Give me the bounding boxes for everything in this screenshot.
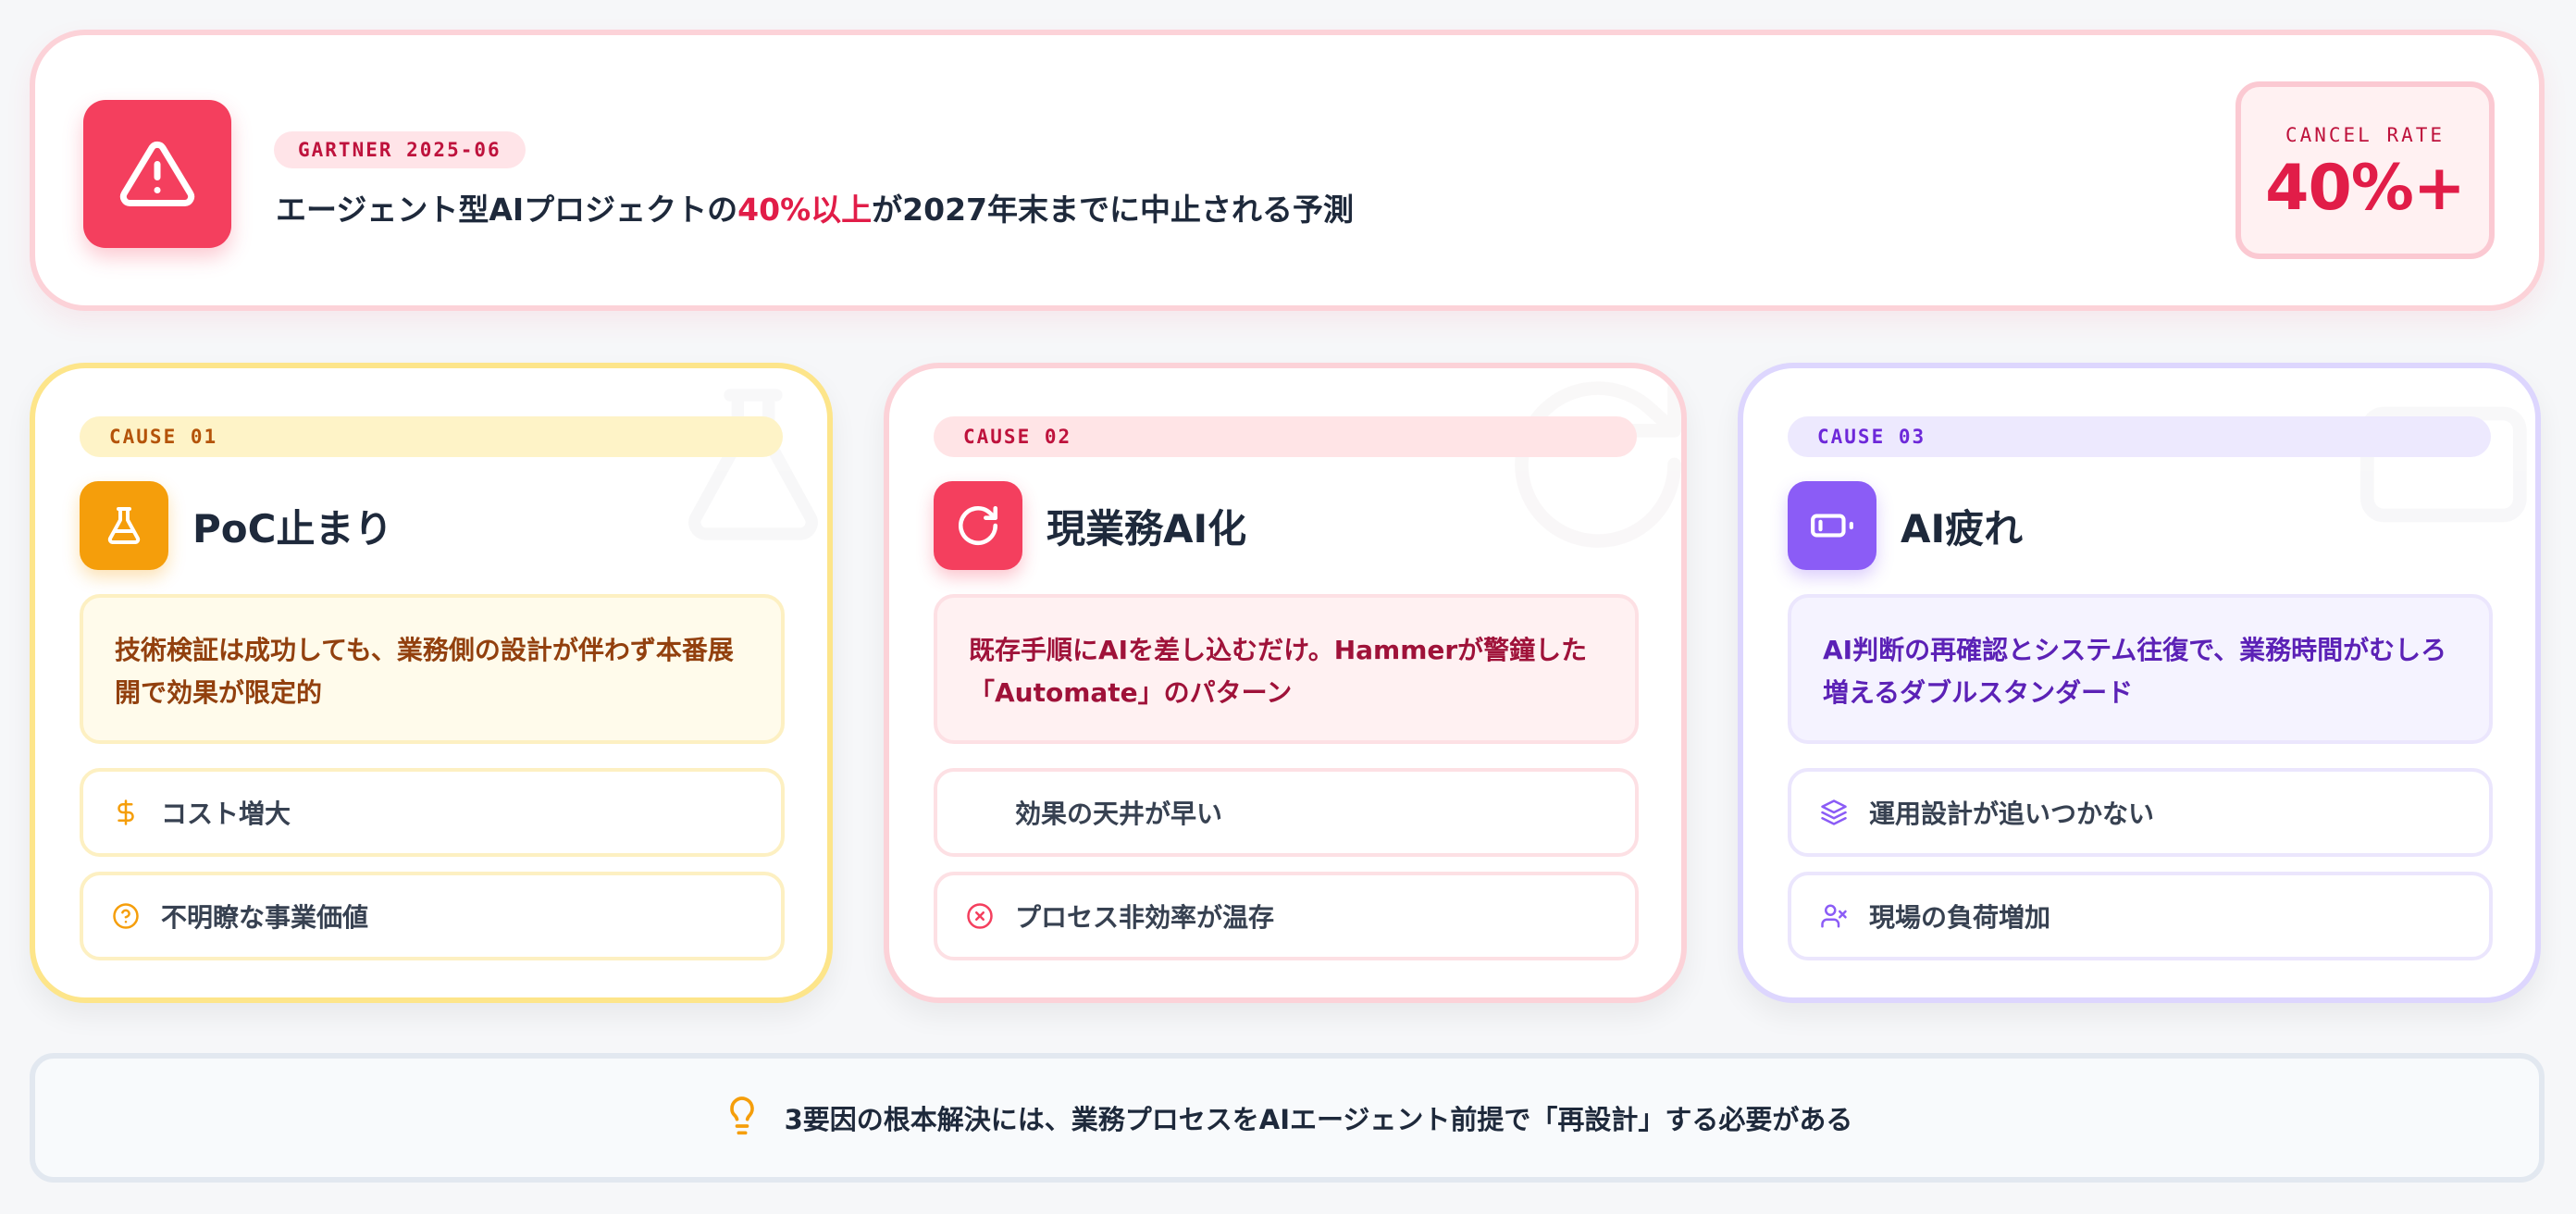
headline-text: エージェント型AIプロジェクトの xyxy=(276,192,738,228)
conclusion-text: 3要因の根本解決には、業務プロセスをAIエージェント前提で「再設計」する必要があ… xyxy=(784,1104,1853,1135)
cause-item: プロセス非効率が温存 xyxy=(934,872,1639,960)
cause-item: 運用設計が追いつかない xyxy=(1788,768,2493,857)
refresh-watermark-icon xyxy=(1515,381,1681,548)
cause-item: 不明瞭な事業価値 xyxy=(80,872,785,960)
headline-highlight: 40%以上 xyxy=(737,192,873,228)
battery-low-icon xyxy=(1788,481,1876,570)
cause-item-label: 不明瞭な事業価値 xyxy=(161,902,369,933)
layers-icon xyxy=(1819,798,1849,827)
cause-card-01: CAUSE 01 PoC止まり 技術検証は成功しても、業務側の設計が伴わず本番展… xyxy=(30,363,833,1003)
refresh-icon xyxy=(934,481,1022,570)
headline: エージェント型AIプロジェクトの40%以上が2027年末までに中止される予測 xyxy=(276,185,2034,229)
source-badge: GARTNER 2025-06 xyxy=(274,131,526,168)
flask-icon xyxy=(80,481,168,570)
cause-item: 現場の負荷増加 xyxy=(1788,872,2493,960)
cause-item-label: プロセス非効率が温存 xyxy=(1015,902,1275,933)
battery-watermark-icon xyxy=(2360,406,2527,523)
cause-item: 効果の天井が早い xyxy=(934,768,1639,857)
warning-triangle-icon xyxy=(83,100,231,248)
conclusion-banner: 3要因の根本解決には、業務プロセスをAIエージェント前提で「再設計」する必要があ… xyxy=(30,1053,2545,1183)
cause-item-label: 現場の負荷増加 xyxy=(1869,902,2051,933)
user-x-icon xyxy=(1819,901,1849,931)
dollar-icon xyxy=(111,798,141,827)
cause-tag: CAUSE 02 xyxy=(934,416,1637,457)
headline-text-end: が2027年末までに中止される予測 xyxy=(872,192,1355,228)
cause-title: 現業務AI化 xyxy=(1046,506,1247,551)
cause-description: AI判断の再確認とシステム往復で、業務時間がむしろ増えるダブルスタンダード xyxy=(1788,594,2493,744)
x-circle-icon xyxy=(965,901,995,931)
blank-icon xyxy=(965,798,995,827)
cause-description: 既存手順にAIを差し込むだけ。Hammerが警鐘した「Automate」のパター… xyxy=(934,594,1639,744)
cause-item: コスト増大 xyxy=(80,768,785,857)
lightbulb-icon xyxy=(722,1093,762,1143)
cancel-rate-box: CANCEL RATE 40%+ xyxy=(2235,81,2495,259)
question-circle-icon xyxy=(111,901,141,931)
cause-item-label: コスト増大 xyxy=(161,799,291,829)
cause-description: 技術検証は成功しても、業務側の設計が伴わず本番展開で効果が限定的 xyxy=(80,594,785,744)
cancel-rate-value: 40%+ xyxy=(2265,152,2466,225)
cancel-rate-label: CANCEL RATE xyxy=(2285,124,2446,146)
cause-item-label: 効果の天井が早い xyxy=(1015,799,1223,829)
cause-card-03: CAUSE 03 AI疲れ AI判断の再確認とシステム往復で、業務時間がむしろ増… xyxy=(1738,363,2541,1003)
cause-tag: CAUSE 03 xyxy=(1788,416,2491,457)
cause-title: AI疲れ xyxy=(1901,506,2024,551)
cause-item-label: 運用設計が追いつかない xyxy=(1869,799,2155,829)
cause-tag: CAUSE 01 xyxy=(80,416,783,457)
cause-title: PoC止まり xyxy=(192,506,393,551)
alert-banner: GARTNER 2025-06 エージェント型AIプロジェクトの40%以上が20… xyxy=(30,30,2545,311)
cause-card-02: CAUSE 02 現業務AI化 既存手順にAIを差し込むだけ。Hammerが警鐘… xyxy=(884,363,1687,1003)
flask-watermark-icon xyxy=(688,389,818,540)
